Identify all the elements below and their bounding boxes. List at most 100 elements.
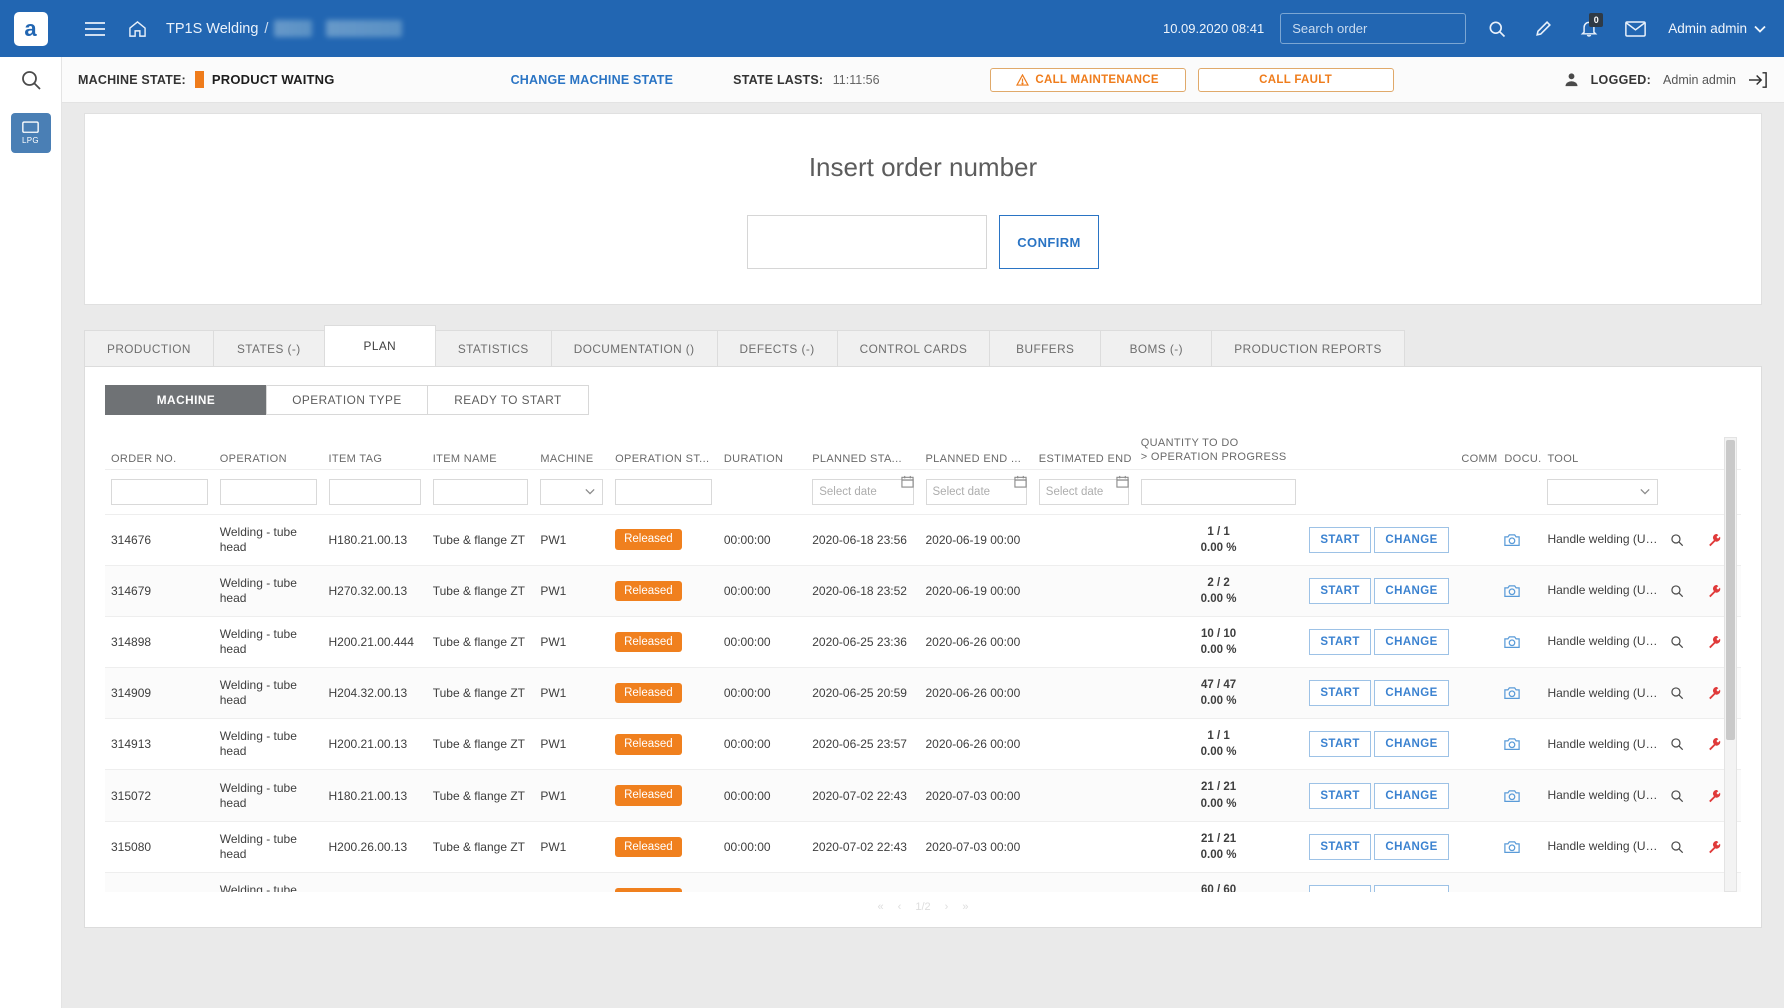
filter-operation-state-input[interactable] [615, 478, 712, 505]
segment-machine[interactable]: MACHINE [105, 385, 267, 415]
filter-tool-select[interactable] [1547, 478, 1658, 505]
rail-search-icon[interactable] [0, 57, 62, 103]
home-icon[interactable] [116, 7, 158, 51]
change-button[interactable]: CHANGE [1374, 680, 1449, 707]
tab-plan[interactable]: PLAN [323, 325, 436, 366]
confirm-button[interactable]: CONFIRM [999, 215, 1099, 269]
tab-production-reports[interactable]: PRODUCTION REPORTS [1211, 330, 1405, 366]
filter-order-no-input[interactable] [111, 478, 208, 505]
pagination-next[interactable]: › [945, 901, 949, 913]
camera-icon[interactable] [1504, 635, 1535, 649]
camera-icon[interactable] [1504, 584, 1535, 598]
start-button[interactable]: START [1309, 577, 1372, 604]
call-maintenance-button[interactable]: CALL MAINTENANCE [989, 67, 1186, 92]
search-icon[interactable] [1476, 7, 1518, 51]
order-number-input[interactable] [747, 215, 987, 269]
change-button[interactable]: CHANGE [1374, 731, 1449, 758]
calendar-icon[interactable] [1014, 475, 1027, 488]
grid-scrollbar-thumb[interactable] [1726, 440, 1735, 740]
start-button[interactable]: START [1309, 731, 1372, 758]
col-quantity-to-do[interactable]: QUANTITY TO DO > OPERATION PROGRESS [1135, 437, 1303, 469]
start-button[interactable]: START [1309, 833, 1372, 860]
calendar-icon[interactable] [900, 475, 914, 488]
camera-icon[interactable] [1504, 789, 1535, 803]
hamburger-menu-icon[interactable] [74, 7, 116, 51]
col-operation-state[interactable]: OPERATION ST... [609, 437, 718, 469]
table-row[interactable]: 314898 Welding - tube head H200.21.00.444 T… [105, 615, 1741, 668]
col-documents[interactable]: DOCU... [1498, 437, 1541, 469]
tab-documentation[interactable]: DOCUMENTATION () [550, 330, 718, 366]
camera-icon[interactable] [1504, 737, 1535, 751]
magnifier-icon[interactable] [1670, 891, 1697, 892]
start-button[interactable]: START [1309, 782, 1372, 809]
app-logo[interactable]: a [0, 0, 62, 57]
col-item-name[interactable]: ITEM NAME [427, 437, 535, 469]
magnifier-icon[interactable] [1670, 635, 1697, 649]
filter-machine-select[interactable] [540, 478, 604, 505]
pagination-prev[interactable]: ‹ [898, 901, 902, 913]
tab-defects[interactable]: DEFECTS (-) [716, 330, 838, 366]
tab-boms[interactable]: BOMS (-) [1100, 330, 1213, 366]
table-row[interactable]: 314676 Welding - tube head H180.21.00.13 Tu… [105, 513, 1741, 566]
magnifier-icon[interactable] [1670, 737, 1697, 751]
col-operation[interactable]: OPERATION [214, 437, 323, 469]
tab-statistics[interactable]: STATISTICS [434, 330, 552, 366]
change-machine-state-button[interactable]: CHANGE MACHINE STATE [511, 73, 674, 87]
col-tool[interactable]: TOOL [1541, 437, 1663, 469]
col-item-tag[interactable]: ITEM TAG [323, 437, 427, 469]
start-button[interactable]: START [1309, 680, 1372, 707]
camera-icon[interactable] [1504, 533, 1535, 547]
camera-icon[interactable] [1504, 686, 1535, 700]
pagination-last[interactable]: » [962, 901, 968, 913]
breadcrumb-root[interactable]: TP1S Welding [166, 21, 258, 37]
tab-control-cards[interactable]: CONTROL CARDS [836, 330, 991, 366]
envelope-icon[interactable] [1614, 7, 1656, 51]
magnifier-icon[interactable] [1670, 584, 1697, 598]
filter-planned-start-input[interactable] [812, 478, 914, 505]
table-row[interactable]: 314679 Welding - tube head H270.32.00.13 Tu… [105, 564, 1741, 617]
camera-icon[interactable] [1504, 840, 1535, 854]
sidebar-item-lpg[interactable]: LPG [10, 113, 51, 153]
table-row[interactable]: 315665Welding - tube headH250.32.00.13Tu… [105, 871, 1741, 892]
search-input[interactable] [1290, 20, 1457, 37]
col-order-no[interactable]: ORDER NO. [105, 437, 214, 469]
segment-operation-type[interactable]: OPERATION TYPE [266, 385, 428, 415]
magnifier-icon[interactable] [1670, 840, 1697, 854]
filter-planned-end-input[interactable] [925, 478, 1027, 505]
tab-production[interactable]: PRODUCTION [84, 330, 214, 366]
segment-ready-to-start[interactable]: READY TO START [427, 385, 589, 415]
start-button[interactable]: START [1309, 628, 1372, 655]
calendar-icon[interactable] [1116, 475, 1129, 488]
table-row[interactable]: 314909 Welding - tube head H204.32.00.13 Tu… [105, 667, 1741, 719]
col-estimated-end[interactable]: ESTIMATED END [1033, 437, 1135, 469]
filter-item-name-input[interactable] [432, 478, 529, 505]
grid-vertical-scrollbar[interactable] [1724, 437, 1737, 892]
change-button[interactable]: CHANGE [1374, 782, 1449, 809]
start-button[interactable]: START [1309, 884, 1372, 892]
table-row[interactable]: 315080 Welding - tube head H200.26.00.13 Tu… [105, 820, 1741, 873]
col-planned-start[interactable]: PLANNED STA... [806, 437, 919, 469]
col-duration[interactable]: DURATION [718, 437, 806, 469]
pencil-icon[interactable] [1522, 7, 1564, 51]
bell-icon[interactable]: 0 [1568, 7, 1610, 51]
filter-quantity-input[interactable] [1140, 478, 1297, 505]
filter-operation-input[interactable] [219, 478, 317, 505]
filter-item-tag-input[interactable] [328, 478, 421, 505]
start-button[interactable]: START [1309, 526, 1372, 553]
change-button[interactable]: CHANGE [1374, 884, 1449, 892]
search-order-field[interactable] [1280, 13, 1467, 44]
change-button[interactable]: CHANGE [1374, 577, 1449, 604]
camera-icon[interactable] [1504, 891, 1535, 892]
magnifier-icon[interactable] [1670, 686, 1697, 700]
table-row[interactable]: 315072 Welding - tube head H180.21.00.13 Tu… [105, 769, 1741, 822]
col-comments[interactable]: COMM... [1455, 437, 1498, 469]
change-button[interactable]: CHANGE [1374, 628, 1449, 655]
tab-buffers[interactable]: BUFFERS [989, 330, 1102, 366]
col-machine[interactable]: MACHINE [534, 437, 609, 469]
change-button[interactable]: CHANGE [1374, 526, 1449, 553]
col-planned-end[interactable]: PLANNED END ... [920, 437, 1033, 469]
magnifier-icon[interactable] [1670, 533, 1697, 547]
tab-states[interactable]: STATES (-) [212, 330, 325, 366]
pagination-first[interactable]: « [878, 901, 884, 913]
magnifier-icon[interactable] [1670, 789, 1697, 803]
